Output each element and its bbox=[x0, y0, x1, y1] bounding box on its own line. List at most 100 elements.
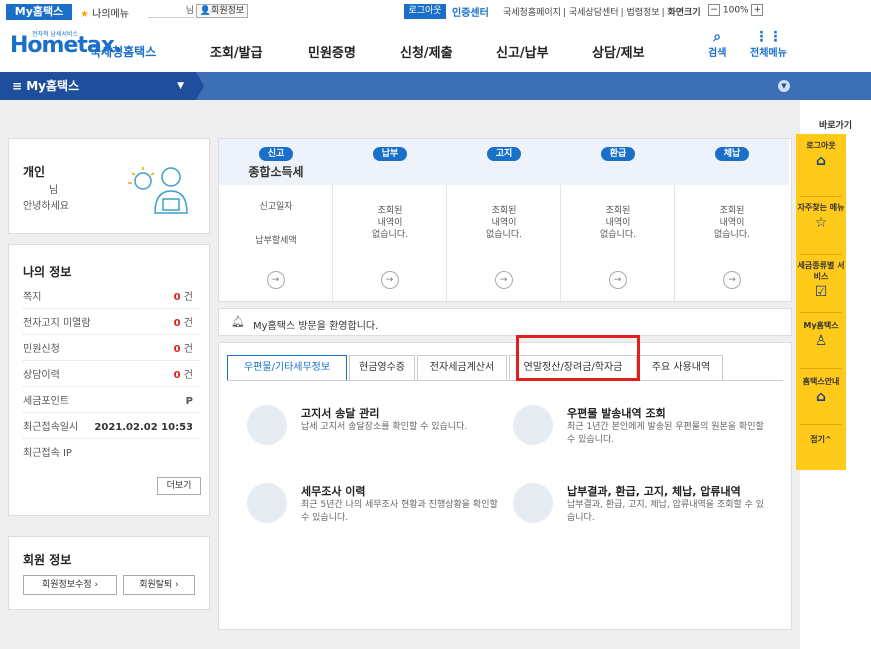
quick-label-text: 세금종류별 서비스 bbox=[797, 261, 845, 281]
service-desc: 최근 1년간 본인에게 발송된 우편물의 원본을 확인할 수 있습니다. bbox=[567, 422, 764, 445]
status-body: 조회된 bbox=[377, 206, 403, 216]
lock-icon: ⌂ bbox=[815, 153, 827, 169]
myhometax-dropdown[interactable]: ≡ My홈택스 ▼ bbox=[0, 72, 196, 100]
info-row-consult[interactable]: 상담이력 0 건 bbox=[23, 365, 199, 387]
profile-name-suffix: 님 bbox=[49, 185, 59, 196]
quick-label-text: 접기^ bbox=[810, 435, 832, 444]
info-row-last-ip: 최근접속 IP bbox=[23, 443, 199, 465]
nts-homepage-link[interactable]: 국세청홈페이지 bbox=[503, 8, 561, 18]
service-mail-history[interactable]: 우편물 발송내역 조회 최근 1년간 본인에게 발송된 우편물의 원본을 확인할… bbox=[513, 405, 773, 465]
status-body: 내역이 bbox=[605, 218, 631, 228]
money-icon bbox=[513, 483, 553, 523]
info-label: 최근접속 IP bbox=[23, 448, 72, 459]
arrow-right-icon[interactable]: → bbox=[266, 271, 285, 289]
search-label: 검색 bbox=[708, 48, 727, 59]
info-datetime: 2021.02.02 10:53 bbox=[94, 422, 193, 433]
info-unit: P bbox=[185, 396, 193, 407]
util-links: 국세청홈페이지 | 국세상담센터 | 법령정보 | 화면크기 bbox=[503, 8, 701, 18]
tab-cash-receipt[interactable]: 현금영수증 bbox=[349, 355, 415, 381]
status-col-refund: 환급 조회된 내역이 없습니다. → bbox=[561, 139, 675, 301]
search-button[interactable]: ⌕ 검색 bbox=[708, 30, 726, 59]
info-row-notes[interactable]: 쪽지 0 건 bbox=[23, 287, 199, 309]
info-unit: 건 bbox=[180, 318, 193, 329]
status-badge: 납부 bbox=[373, 147, 407, 161]
edit-member-button[interactable]: 회원정보수정 › bbox=[23, 575, 117, 595]
nav-inquiry[interactable]: 조회/발급 bbox=[210, 42, 263, 61]
user-lightbulb-icon bbox=[128, 167, 188, 214]
arrow-right-icon[interactable]: → bbox=[380, 271, 399, 289]
my-menu-link[interactable]: ★ 나의메뉴 bbox=[80, 5, 129, 20]
status-body: 내역이 bbox=[377, 218, 403, 228]
user-name-field: 님 bbox=[148, 4, 194, 18]
quick-divider bbox=[800, 368, 842, 369]
status-body: 없습니다. bbox=[714, 230, 750, 240]
status-badge: 환급 bbox=[601, 147, 635, 161]
arrow-right-icon[interactable]: → bbox=[723, 271, 741, 289]
logout-button[interactable]: 로그아웃 bbox=[404, 4, 446, 19]
info-label: 민원신청 bbox=[23, 344, 60, 355]
welcome-message: My홈택스 방문을 환영합니다. bbox=[253, 321, 379, 332]
more-button[interactable]: 더보기 bbox=[157, 477, 201, 495]
quick-label: 바로가기 bbox=[818, 121, 853, 131]
info-row-tax-point[interactable]: 세금포인트 P bbox=[23, 391, 199, 413]
status-badge: 고지 bbox=[487, 147, 521, 161]
member-info-button[interactable]: 👤회원정보 bbox=[196, 4, 248, 18]
document-icon bbox=[247, 405, 287, 445]
info-row-last-login: 최근접속일시 2021.02.02 10:53 bbox=[23, 417, 199, 439]
withdraw-button[interactable]: 회원탈퇴 › bbox=[123, 575, 195, 595]
law-info-link[interactable]: 법령정보 bbox=[626, 8, 659, 18]
quick-favorites[interactable]: 자주찾는 메뉴 ☆ bbox=[796, 202, 846, 231]
my-info-title: 나의 정보 bbox=[23, 265, 72, 279]
quick-myhometax[interactable]: My홈택스 ♙ bbox=[796, 320, 846, 349]
status-body: 조회된 bbox=[605, 206, 631, 216]
zoom-out-button[interactable]: − bbox=[708, 4, 720, 16]
info-row-e-notice[interactable]: 전자고지 미열람 0 건 bbox=[23, 313, 199, 335]
member-info-card: 회원 정보 회원정보수정 › 회원탈퇴 › bbox=[8, 536, 210, 610]
status-head: 고지 bbox=[447, 139, 561, 185]
chevron-down-icon[interactable]: ▼ bbox=[778, 80, 790, 92]
tab-e-tax-invoice[interactable]: 전자세금계산서 bbox=[417, 355, 507, 381]
status-subtitle: 종합소득세 bbox=[248, 165, 304, 179]
highlight-box bbox=[516, 335, 640, 381]
all-menu-button[interactable]: ⋮⋮ 전체메뉴 bbox=[750, 30, 787, 59]
service-payment-results[interactable]: 납부결과, 환급, 고지, 체납, 압류내역 납부결과, 환급, 고지, 체납,… bbox=[513, 483, 773, 543]
info-label: 최근접속일시 bbox=[23, 422, 79, 433]
nav-application[interactable]: 신청/제출 bbox=[400, 42, 453, 61]
zoom-in-button[interactable]: + bbox=[751, 4, 764, 16]
myhome-tab[interactable]: My홈택스 bbox=[6, 4, 72, 20]
status-col-notice: 고지 조회된 내역이 없습니다. → bbox=[447, 139, 561, 301]
quick-logout[interactable]: 로그아웃 ⌂ bbox=[796, 140, 846, 169]
info-count: 0 bbox=[173, 370, 181, 381]
user-icon: 👤 bbox=[199, 6, 212, 16]
cert-center-link[interactable]: 인증센터 bbox=[452, 4, 489, 19]
tab-mail-info[interactable]: 우편물/기타세무정보 bbox=[227, 355, 347, 381]
tab-arrow-decoration bbox=[196, 72, 204, 100]
arrow-right-icon[interactable]: → bbox=[608, 271, 627, 289]
info-row-civil[interactable]: 민원신청 0 건 bbox=[23, 339, 199, 361]
section-bar: ≡ My홈택스 ▼ ▼ bbox=[0, 72, 871, 100]
service-tax-audit[interactable]: 세무조사 이력 최근 5년간 나의 세무조사 현황과 진행상황을 확인할 수 있… bbox=[247, 483, 507, 543]
tab-main-usage[interactable]: 주요 사용내역 bbox=[639, 355, 723, 381]
tab-divider bbox=[227, 380, 783, 381]
nav-filing[interactable]: 신고/납부 bbox=[496, 42, 549, 61]
tax-status-card: 신고 종합소득세 신고일자 납부할세액 → 납부 조회된 내역이 없습니다. →… bbox=[218, 138, 792, 302]
quick-tax-service[interactable]: 세금종류별 서비스 ☑ bbox=[796, 260, 846, 300]
quick-collapse[interactable]: 접기^ bbox=[796, 434, 846, 445]
member-info-label: 회원정보 bbox=[211, 6, 245, 16]
screen-size-label: 화면크기 bbox=[667, 8, 701, 18]
status-badge: 체납 bbox=[715, 147, 749, 161]
person-icon: ♙ bbox=[814, 333, 828, 349]
status-body: 조회된 bbox=[719, 206, 745, 216]
zoom-control: − 100% + bbox=[708, 4, 764, 16]
service-bill-delivery[interactable]: 고지서 송달 관리 납세 고지서 송달장소를 확인할 수 있습니다. bbox=[247, 405, 507, 465]
service-title: 고지서 송달 관리 bbox=[301, 407, 380, 420]
quick-guide[interactable]: 홈택스안내 ⌂ bbox=[796, 376, 846, 405]
nav-certificate[interactable]: 민원증명 bbox=[308, 42, 356, 61]
service-desc: 최근 5년간 나의 세무조사 현황과 진행상황을 확인할 수 있습니다. bbox=[301, 500, 498, 523]
quick-label-text: 로그아웃 bbox=[806, 141, 836, 150]
nav-consult[interactable]: 상담/제보 bbox=[592, 42, 645, 61]
info-label: 전자고지 미열람 bbox=[23, 318, 91, 329]
tax-consult-link[interactable]: 국세상담센터 bbox=[569, 8, 619, 18]
my-info-card: 나의 정보 쪽지 0 건 전자고지 미열람 0 건 민원신청 0 건 상담이력 … bbox=[8, 244, 210, 516]
arrow-right-icon[interactable]: → bbox=[494, 271, 513, 289]
